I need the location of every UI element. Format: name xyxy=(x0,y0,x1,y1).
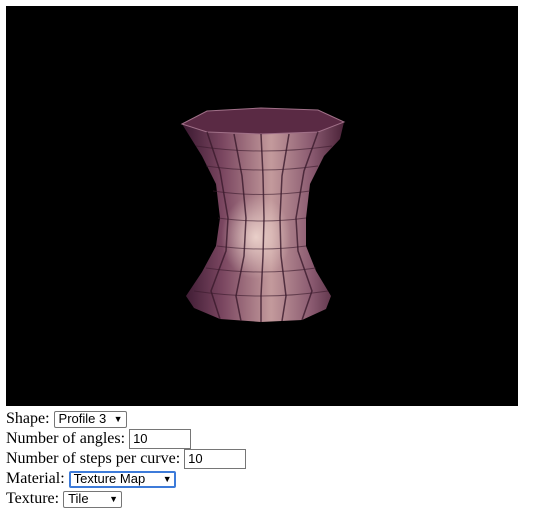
steps-input[interactable]: 10 xyxy=(184,449,247,469)
chevron-down-icon: ▼ xyxy=(162,474,172,484)
material-label: Material: xyxy=(6,470,65,487)
steps-row: Number of steps per curve: 10 xyxy=(6,449,247,469)
angles-input[interactable]: 10 xyxy=(129,429,192,449)
material-select-value: Texture Map xyxy=(73,471,146,486)
chevron-down-icon: ▼ xyxy=(109,494,119,504)
texture-select[interactable]: Tile ▼ xyxy=(63,490,123,508)
angles-row: Number of angles: 10 xyxy=(6,429,246,449)
vase-highlight xyxy=(211,171,311,291)
shape-select-value: Profile 3 xyxy=(58,411,107,426)
controls-panel: Shape: Profile 3 ▼ Number of angles: 10 … xyxy=(6,409,247,509)
render-viewport xyxy=(6,6,518,406)
material-row: Material: Texture Map ▼ xyxy=(6,469,246,489)
texture-label: Texture: xyxy=(6,490,60,507)
shape-row: Shape: Profile 3 ▼ xyxy=(6,409,246,429)
material-select[interactable]: Texture Map ▼ xyxy=(68,470,176,488)
shape-select[interactable]: Profile 3 ▼ xyxy=(53,410,127,428)
angles-label: Number of angles: xyxy=(6,430,126,447)
texture-select-value: Tile xyxy=(68,491,89,506)
vase-render xyxy=(180,107,346,322)
shape-label: Shape: xyxy=(6,410,50,427)
chevron-down-icon: ▼ xyxy=(113,414,123,424)
steps-label: Number of steps per curve: xyxy=(6,450,181,467)
texture-row: Texture: Tile ▼ xyxy=(6,489,246,509)
vase-rim xyxy=(180,107,346,135)
